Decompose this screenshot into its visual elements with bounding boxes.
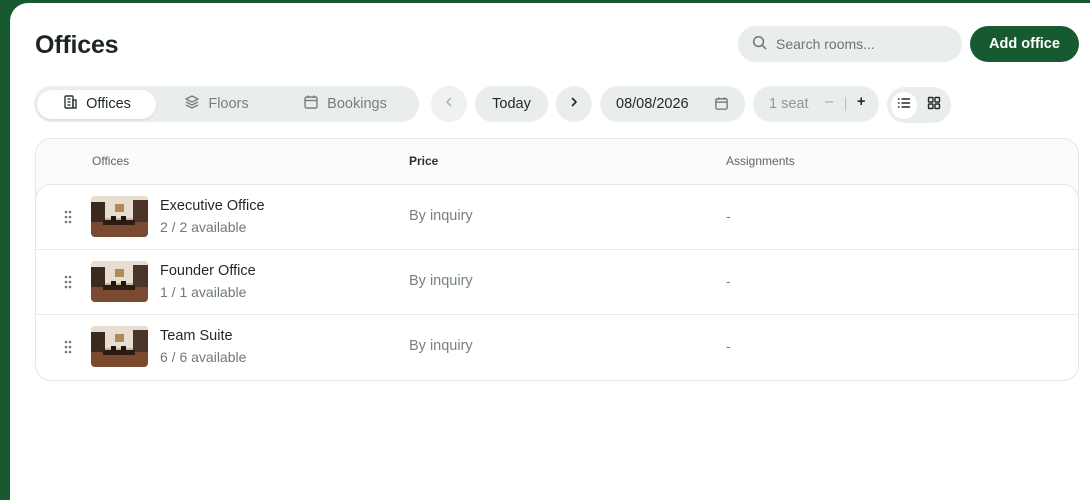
chevron-left-icon	[443, 96, 455, 112]
table-header: Offices Price Assignments	[36, 139, 1078, 185]
column-header-price[interactable]: Price	[409, 154, 438, 168]
prev-date-button[interactable]	[431, 86, 467, 122]
table-row[interactable]: Executive Office 2 / 2 available By inqu…	[36, 185, 1078, 250]
office-price: By inquiry	[409, 338, 473, 354]
table-row[interactable]: Founder Office 1 / 1 available By inquir…	[36, 250, 1078, 315]
column-header-offices[interactable]: Offices	[92, 154, 129, 168]
calendar-icon	[303, 94, 319, 114]
office-price: By inquiry	[409, 208, 473, 224]
office-thumbnail	[91, 261, 148, 302]
view-mode-toggle	[887, 87, 951, 123]
search-placeholder: Search rooms...	[776, 36, 875, 52]
list-icon	[897, 96, 911, 115]
office-availability: 1 / 1 available	[160, 284, 247, 300]
office-assignments: -	[726, 208, 731, 224]
search-icon	[752, 35, 776, 53]
office-thumbnail	[91, 326, 148, 367]
drag-handle-icon[interactable]	[64, 210, 72, 229]
view-tabs: Offices Floors Bookings	[34, 86, 419, 122]
chevron-right-icon	[568, 96, 580, 112]
office-thumbnail	[91, 196, 148, 237]
office-name[interactable]: Executive Office	[160, 198, 265, 214]
office-assignments: -	[726, 338, 731, 354]
tab-floors-label: Floors	[208, 96, 249, 112]
seat-count: 1 seat	[769, 96, 809, 112]
tab-bookings-label: Bookings	[327, 96, 387, 112]
drag-handle-icon[interactable]	[64, 275, 72, 294]
office-assignments: -	[726, 273, 731, 289]
table-body: Executive Office 2 / 2 available By inqu…	[35, 184, 1079, 381]
grid-view-button[interactable]	[921, 92, 947, 119]
grid-icon	[927, 96, 941, 115]
add-office-button[interactable]: Add office	[970, 26, 1079, 62]
column-header-assignments[interactable]: Assignments	[726, 154, 795, 168]
tab-offices-label: Offices	[86, 96, 131, 112]
table-row[interactable]: Team Suite 6 / 6 available By inquiry -	[36, 315, 1078, 380]
tab-offices[interactable]: Offices	[37, 89, 156, 119]
building-icon	[62, 94, 78, 114]
calendar-icon	[714, 96, 729, 115]
office-price: By inquiry	[409, 273, 473, 289]
drag-handle-icon[interactable]	[64, 340, 72, 359]
tab-floors[interactable]: Floors	[156, 90, 277, 119]
offices-table: Offices Price Assignments Executive Offi…	[35, 138, 1079, 381]
list-view-button[interactable]	[891, 91, 917, 119]
search-input[interactable]: Search rooms...	[738, 26, 962, 62]
divider	[845, 97, 846, 111]
date-value: 08/08/2026	[616, 96, 689, 112]
office-availability: 6 / 6 available	[160, 349, 247, 365]
office-name[interactable]: Team Suite	[160, 328, 233, 344]
seat-increase-button[interactable]: +	[857, 94, 865, 110]
office-availability: 2 / 2 available	[160, 219, 247, 235]
main-panel: Offices Search rooms... Add office Offic…	[10, 3, 1090, 500]
page-title: Offices	[35, 31, 119, 59]
seat-decrease-button[interactable]: –	[825, 94, 833, 110]
office-name[interactable]: Founder Office	[160, 263, 256, 279]
layers-icon	[184, 94, 200, 114]
next-date-button[interactable]	[556, 86, 592, 122]
tab-bookings[interactable]: Bookings	[277, 90, 413, 119]
today-button[interactable]: Today	[475, 86, 548, 122]
date-picker[interactable]: 08/08/2026	[600, 86, 745, 122]
seat-stepper: 1 seat – +	[753, 86, 879, 122]
